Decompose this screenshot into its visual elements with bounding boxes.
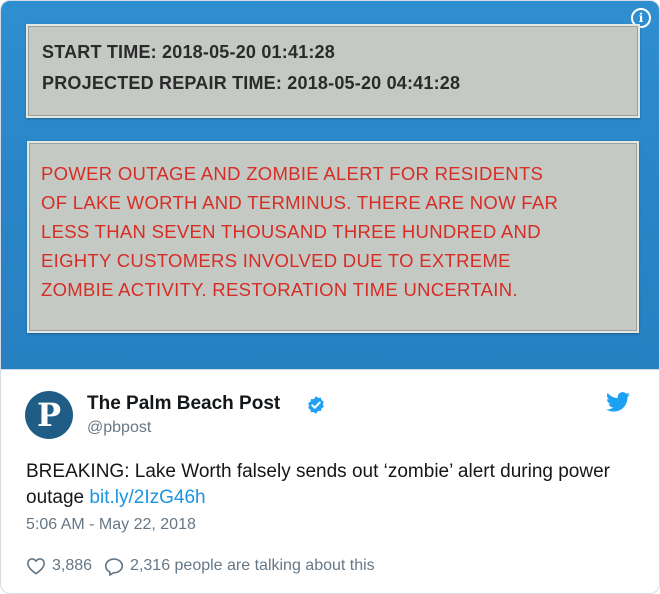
start-time-text: START TIME: 2018-05-20 01:41:28	[42, 42, 335, 62]
zombie-alert-panel: POWER OUTAGE AND ZOMBIE ALERT FOR RESIDE…	[27, 141, 639, 333]
tweet-text: BREAKING: Lake Worth falsely sends out ‘…	[26, 459, 626, 511]
talking-about-text[interactable]: 2,316 people are talking about this	[130, 557, 375, 575]
author-handle[interactable]: @pbpost	[87, 419, 151, 437]
tweet-link[interactable]: bit.ly/2IzG46h	[89, 487, 205, 508]
repair-time-text: PROJECTED REPAIR TIME: 2018-05-20 04:41:…	[42, 73, 461, 93]
alert-line: EIGHTY CUSTOMERS INVOLVED DUE TO EXTREME	[41, 250, 511, 271]
tweet-media-image[interactable]: i START TIME: 2018-05-20 01:41:28 PROJEC…	[1, 1, 659, 370]
avatar[interactable]: P	[25, 391, 73, 439]
heart-icon[interactable]	[26, 557, 46, 575]
alert-line: LESS THAN SEVEN THOUSAND THREE HUNDRED A…	[41, 221, 541, 242]
outage-times-panel: START TIME: 2018-05-20 01:41:28 PROJECTE…	[26, 24, 640, 118]
alert-line: ZOMBIE ACTIVITY. RESTORATION TIME UNCERT…	[41, 279, 518, 300]
avatar-letter: P	[36, 396, 62, 434]
tweet-timestamp[interactable]: 5:06 AM - May 22, 2018	[26, 516, 196, 534]
author-name[interactable]: The Palm Beach Post	[87, 393, 280, 415]
alert-line: POWER OUTAGE AND ZOMBIE ALERT FOR RESIDE…	[41, 163, 544, 184]
verified-badge-icon	[308, 396, 324, 414]
embedded-tweet-card: i START TIME: 2018-05-20 01:41:28 PROJEC…	[0, 0, 660, 594]
like-count[interactable]: 3,886	[52, 557, 92, 575]
alert-line: OF LAKE WORTH AND TERMINUS. THERE ARE NO…	[41, 192, 559, 213]
twitter-bird-icon[interactable]	[606, 392, 630, 412]
tweet-actions: 3,886 2,316 people are talking about thi…	[26, 555, 375, 577]
alert-message: POWER OUTAGE AND ZOMBIE ALERT FOR RESIDE…	[41, 159, 626, 304]
speech-bubble-icon[interactable]	[104, 557, 124, 576]
